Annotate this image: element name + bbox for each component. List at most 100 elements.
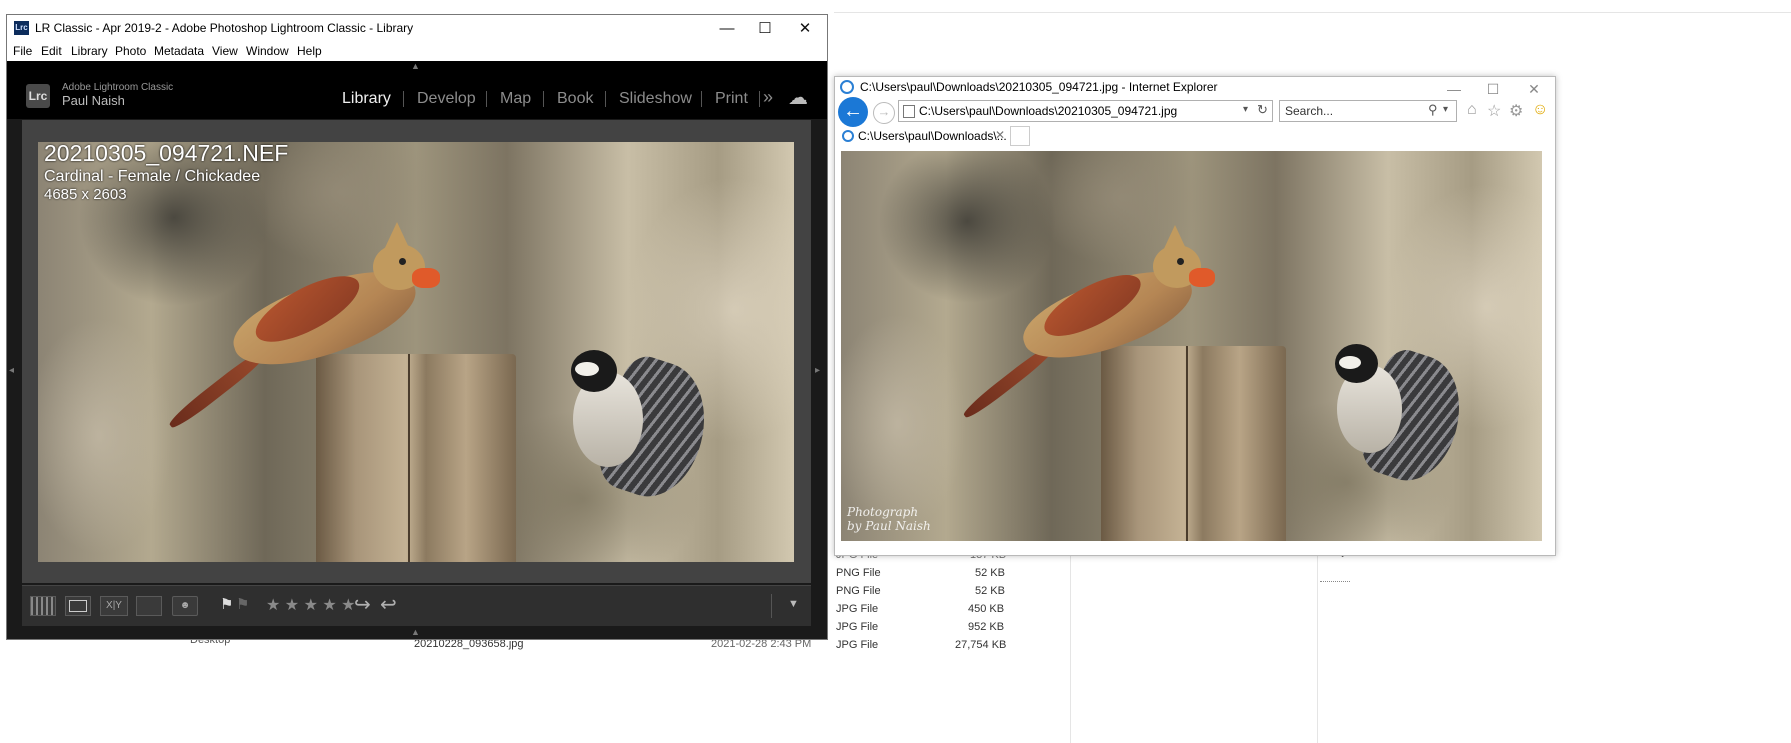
- menu-library[interactable]: Library: [71, 44, 108, 58]
- window-title: LR Classic - Apr 2019-2 - Adobe Photosho…: [35, 21, 414, 35]
- module-develop[interactable]: Develop: [417, 90, 476, 108]
- photo-preview[interactable]: 20210305_094721.NEF Cardinal - Female / …: [38, 142, 794, 562]
- ie-window-title: C:\Users\paul\Downloads\20210305_094721.…: [860, 80, 1218, 94]
- menu-window[interactable]: Window: [246, 44, 289, 58]
- ie-logo-icon: [840, 80, 854, 94]
- module-separator: [605, 91, 606, 107]
- menu-file[interactable]: File: [13, 44, 32, 58]
- file-type-3[interactable]: JPG File: [836, 603, 878, 615]
- maximize-icon[interactable]: ☐: [745, 17, 785, 41]
- photo-watermark: Photograph by Paul Naish: [847, 505, 931, 533]
- internet-explorer-window: C:\Users\paul\Downloads\20210305_094721.…: [834, 76, 1556, 556]
- compare-view-icon[interactable]: X|Y: [100, 596, 128, 616]
- survey-view-icon[interactable]: [136, 596, 162, 616]
- module-separator: [403, 91, 404, 107]
- divider-dotted: [1320, 581, 1350, 582]
- favorites-star-icon[interactable]: ☆: [1487, 101, 1501, 121]
- flag-pick-icon[interactable]: ⚑: [220, 595, 233, 613]
- smiley-feedback-icon[interactable]: ☺: [1532, 101, 1548, 119]
- ie-close-icon[interactable]: ✕: [1519, 79, 1549, 99]
- file-size-1: 52 KB: [975, 567, 1005, 579]
- module-separator: [701, 91, 702, 107]
- search-box[interactable]: Search... ⚲ ▾: [1279, 100, 1457, 122]
- cardinal-bird: [953, 225, 1215, 439]
- forward-button[interactable]: →: [873, 102, 895, 124]
- menu-metadata[interactable]: Metadata: [154, 44, 204, 58]
- file-type-2[interactable]: PNG File: [836, 585, 881, 597]
- cardinal-bird: [158, 222, 440, 452]
- minimize-icon[interactable]: —: [707, 17, 747, 41]
- more-modules-icon[interactable]: »: [763, 87, 773, 108]
- photo-dimensions-overlay: 4685 x 2603: [44, 186, 127, 203]
- ie-minimize-icon[interactable]: —: [1439, 79, 1469, 99]
- file-size-4: 952 KB: [968, 621, 1005, 633]
- close-icon[interactable]: ✕: [785, 17, 825, 41]
- toolbar-divider: [771, 594, 772, 618]
- loupe-view-icon[interactable]: [65, 596, 91, 616]
- photo-filename-overlay: 20210305_094721.NEF: [44, 142, 289, 166]
- browser-tab[interactable]: C:\Users\paul\Downloads\... ✕: [840, 126, 1007, 146]
- module-print[interactable]: Print: [715, 90, 748, 108]
- file-type-5[interactable]: JPG File: [836, 639, 878, 651]
- address-dropdown-icon[interactable]: ▾: [1243, 104, 1248, 115]
- module-map[interactable]: Map: [500, 90, 531, 108]
- module-slideshow[interactable]: Slideshow: [619, 90, 692, 108]
- toolbar-options-dropdown-icon[interactable]: ▼: [788, 598, 799, 610]
- refresh-icon[interactable]: ↻: [1257, 102, 1268, 118]
- search-input[interactable]: Search...: [1285, 104, 1333, 118]
- tab-ie-icon: [842, 130, 854, 142]
- module-library[interactable]: Library: [342, 90, 391, 108]
- lightroom-badge: Lrc: [26, 84, 50, 108]
- star-rating[interactable]: ★ ★ ★ ★ ★: [266, 595, 356, 615]
- tab-label: C:\Users\paul\Downloads\...: [858, 129, 1007, 143]
- image-display[interactable]: Photograph by Paul Naish: [841, 151, 1542, 541]
- menu-help[interactable]: Help: [297, 44, 322, 58]
- lightroom-window: Lrc LR Classic - Apr 2019-2 - Adobe Phot…: [6, 14, 828, 640]
- file-type-1[interactable]: PNG File: [836, 567, 881, 579]
- watermark-line-1: Photograph: [847, 505, 919, 519]
- watermark-line-2: by Paul Naish: [847, 519, 931, 533]
- address-bar[interactable]: C:\Users\paul\Downloads\20210305_094721.…: [898, 100, 1273, 122]
- menu-photo[interactable]: Photo: [115, 44, 146, 58]
- people-view-icon[interactable]: ☻: [172, 596, 198, 616]
- ie-maximize-icon[interactable]: ☐: [1478, 79, 1508, 99]
- panel-toggle-top-icon[interactable]: ▲: [411, 61, 420, 71]
- rotate-right-icon[interactable]: ↩: [380, 592, 397, 617]
- lightroom-app-icon: Lrc: [14, 21, 29, 35]
- user-name: Paul Naish: [62, 93, 125, 108]
- chickadee-bird: [553, 342, 722, 509]
- flag-reject-icon[interactable]: ⚑: [236, 595, 249, 613]
- menu-edit[interactable]: Edit: [41, 44, 62, 58]
- menu-view[interactable]: View: [212, 44, 238, 58]
- file-size-2: 52 KB: [975, 585, 1005, 597]
- gear-icon[interactable]: ⚙: [1509, 101, 1523, 121]
- file-size-5: 27,754 KB: [955, 639, 1007, 651]
- library-toolbar: X|Y ☻ ⚑ ⚑ ★ ★ ★ ★ ★ ↪ ↩ ▼: [22, 585, 811, 626]
- file-size-3: 450 KB: [968, 603, 1005, 615]
- panel-toggle-right-icon[interactable]: ▸: [815, 365, 820, 376]
- module-book[interactable]: Book: [557, 90, 593, 108]
- panel-toggle-left-icon[interactable]: ◂: [9, 365, 14, 376]
- rotate-left-icon[interactable]: ↪: [354, 592, 371, 617]
- address-text: C:\Users\paul\Downloads\20210305_094721.…: [919, 104, 1178, 118]
- loupe-view: 20210305_094721.NEF Cardinal - Female / …: [22, 120, 811, 583]
- page-icon: [903, 105, 915, 118]
- new-tab-button[interactable]: [1010, 126, 1030, 146]
- grid-view-icon[interactable]: [30, 596, 56, 616]
- search-icon[interactable]: ⚲: [1428, 102, 1438, 118]
- module-separator: [486, 91, 487, 107]
- menu-bar: File Edit Library Photo Metadata View Wi…: [7, 42, 827, 61]
- module-separator: [543, 91, 544, 107]
- panel-toggle-bottom-icon[interactable]: ▲: [411, 627, 420, 637]
- cloud-sync-icon[interactable]: ☁: [788, 85, 808, 110]
- file-type-4[interactable]: JPG File: [836, 621, 878, 633]
- photo-keywords-overlay: Cardinal - Female / Chickadee: [44, 168, 261, 185]
- home-icon[interactable]: ⌂: [1467, 101, 1477, 119]
- module-separator: [759, 91, 760, 107]
- product-name: Adobe Lightroom Classic: [62, 82, 174, 93]
- tab-close-icon[interactable]: ✕: [995, 128, 1005, 142]
- lightroom-titlebar[interactable]: Lrc LR Classic - Apr 2019-2 - Adobe Phot…: [7, 15, 827, 42]
- back-button[interactable]: ←: [838, 97, 868, 127]
- search-dropdown-icon[interactable]: ▾: [1443, 104, 1448, 115]
- chickadee-bird: [1319, 337, 1476, 492]
